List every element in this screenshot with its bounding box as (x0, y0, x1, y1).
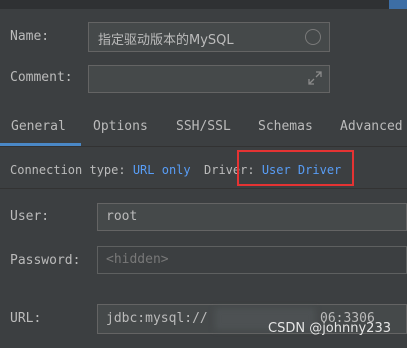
tab-advanced[interactable]: Advanced (340, 119, 403, 134)
circle-icon[interactable] (305, 29, 321, 45)
section-divider (0, 188, 407, 189)
user-label: User: (10, 209, 50, 224)
driver-highlight-box (237, 150, 354, 186)
user-input[interactable]: root (97, 203, 407, 231)
tab-ssh-ssl[interactable]: SSH/SSL (176, 119, 231, 134)
password-label: Password: (10, 253, 81, 268)
comment-field[interactable] (88, 65, 330, 93)
tab-bar: General Options SSH/SSL Schemas Advanced (0, 110, 407, 146)
watermark: CSDN @johnny233 (268, 321, 391, 336)
tab-general[interactable]: General (11, 119, 66, 134)
password-input[interactable]: <hidden> (97, 246, 407, 274)
connection-type-label: Connection type: (10, 163, 126, 177)
top-strip (0, 0, 407, 9)
tabs-divider (0, 146, 407, 147)
url-label: URL: (10, 311, 42, 326)
password-placeholder: <hidden> (106, 252, 169, 267)
name-value: 指定驱动版本的MySQL (98, 33, 234, 48)
user-value: root (106, 209, 138, 224)
name-label: Name: (10, 29, 50, 44)
connection-type-row: Connection type: URL only (10, 163, 191, 177)
tab-options[interactable]: Options (93, 119, 148, 134)
comment-label: Comment: (10, 70, 73, 85)
name-field[interactable]: 指定驱动版本的MySQL (88, 22, 330, 52)
connection-type-link[interactable]: URL only (133, 163, 191, 177)
url-prefix: jdbc:mysql:// (106, 311, 208, 326)
top-strip-accent (389, 0, 407, 9)
expand-icon[interactable] (308, 71, 322, 85)
tab-schemas[interactable]: Schemas (258, 119, 313, 134)
